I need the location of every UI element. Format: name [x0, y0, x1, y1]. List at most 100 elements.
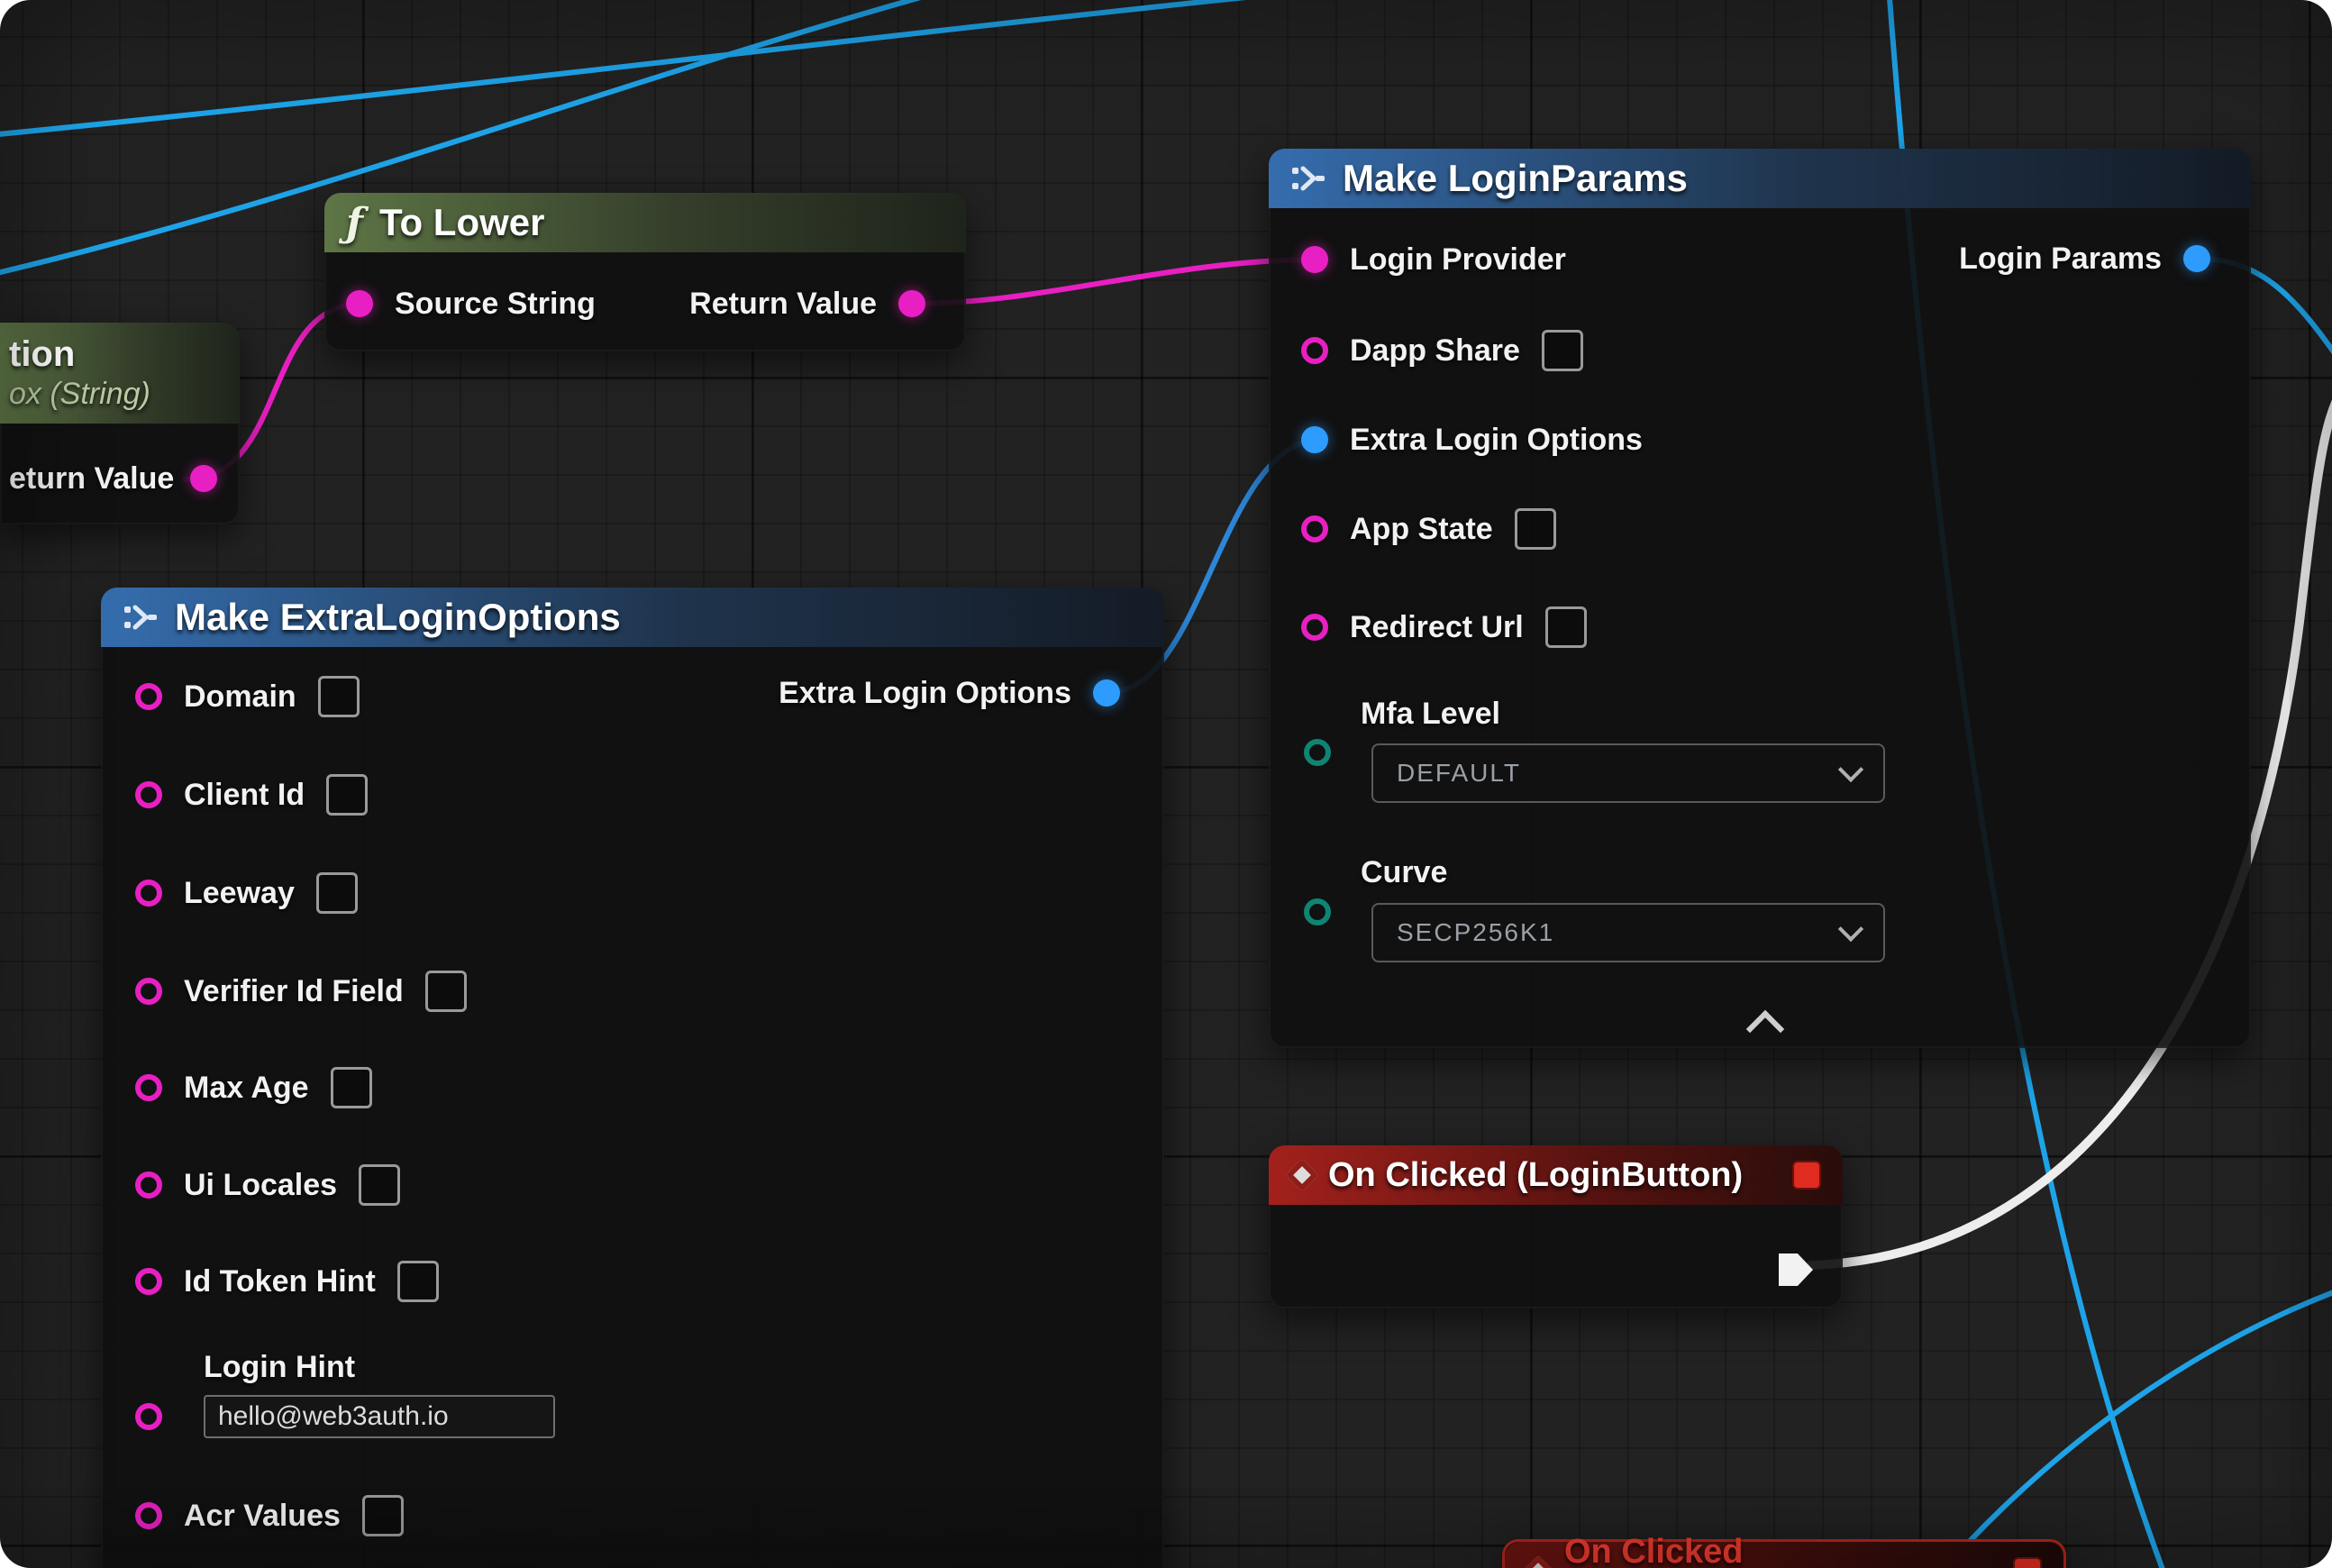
node-make-loginparams-header[interactable]: Make LoginParams [1269, 149, 2251, 208]
pin-row-return-value-partial: eturn Value [9, 458, 217, 499]
pin-row-domain: Domain [135, 676, 360, 717]
node-on-clicked-loginbutton-header[interactable]: On Clicked (LoginButton) [1269, 1145, 1843, 1205]
pin-extra-login-options-in[interactable] [1301, 426, 1328, 453]
node-subtitle-fragment: ox (String) [9, 377, 150, 412]
pin-mfa-level[interactable] [1304, 739, 1331, 766]
pin-return-value-partial[interactable] [190, 465, 217, 492]
checkbox-id-token-hint[interactable] [397, 1261, 439, 1302]
pin-dapp-share[interactable] [1301, 337, 1328, 364]
pin-label-client-id: Client Id [184, 778, 305, 813]
wire-background-blue-4[interactable] [1933, 1289, 2332, 1568]
pin-label-acr-values: Acr Values [184, 1499, 341, 1534]
node-title: Make LoginParams [1343, 157, 1688, 200]
pin-row-extra-login-options-out: Extra Login Options [779, 672, 1120, 714]
node-title: To Lower [379, 201, 545, 244]
checkbox-domain[interactable] [318, 676, 360, 717]
function-icon: ƒ [346, 200, 363, 246]
pin-label-ui-locales: Ui Locales [184, 1168, 337, 1203]
pin-login-hint[interactable] [135, 1403, 162, 1430]
pin-label-id-token-hint: Id Token Hint [184, 1264, 376, 1299]
pin-label-source-string: Source String [395, 287, 596, 322]
pin-label-verifier-id-field: Verifier Id Field [184, 974, 404, 1009]
pin-client-id[interactable] [135, 781, 162, 808]
pin-label-mfa-level: Mfa Level [1361, 697, 1500, 732]
pin-app-state[interactable] [1301, 515, 1328, 542]
node-on-clicked-logoutbutton[interactable]: On Clicked (LogoutButton) [1502, 1539, 2066, 1568]
pin-domain[interactable] [135, 683, 162, 710]
pin-row-client-id: Client Id [135, 774, 368, 816]
node-title: On Clicked (LoginButton) [1328, 1156, 1743, 1195]
node-string-partial[interactable]: tion ox (String) eturn Value [0, 323, 240, 524]
mfa-level-dropdown[interactable]: DEFAULT [1371, 743, 1885, 803]
pin-id-token-hint[interactable] [135, 1268, 162, 1295]
pin-acr-values[interactable] [135, 1502, 162, 1529]
curve-dropdown[interactable]: SECP256K1 [1371, 903, 1885, 962]
pin-label-dapp-share: Dapp Share [1350, 333, 1520, 369]
make-struct-icon [123, 603, 159, 632]
login-hint-input[interactable] [204, 1395, 555, 1438]
collapse-node-chevron[interactable] [1746, 1010, 1784, 1048]
pin-curve[interactable] [1304, 898, 1331, 925]
pin-max-age[interactable] [135, 1074, 162, 1101]
checkbox-acr-values[interactable] [362, 1495, 404, 1536]
checkbox-verifier-id-field[interactable] [425, 971, 467, 1012]
blueprint-graph-canvas[interactable]: tion ox (String) eturn Value ƒ To Lower … [0, 0, 2332, 1568]
node-title-fragment: tion [9, 334, 75, 375]
event-stop-icon [1792, 1161, 1821, 1190]
pin-row-leeway: Leeway [135, 872, 358, 914]
pin-extra-login-options-out[interactable] [1093, 679, 1120, 707]
checkbox-app-state[interactable] [1515, 508, 1556, 550]
pin-login-params-out[interactable] [2183, 245, 2210, 272]
checkbox-redirect-url[interactable] [1545, 606, 1587, 648]
node-make-extraloginoptions[interactable]: Make ExtraLoginOptions Extra Login Optio… [101, 588, 1164, 1568]
node-to-lower-header[interactable]: ƒ To Lower [324, 193, 966, 252]
pin-row-ui-locales: Ui Locales [135, 1164, 400, 1206]
pin-row-app-state: App State [1301, 508, 1556, 550]
pin-label-return-value: Return Value [689, 287, 877, 322]
node-title: Make ExtraLoginOptions [175, 596, 621, 639]
pin-label-extra-login-options-in: Extra Login Options [1350, 423, 1643, 458]
pin-return-value[interactable] [898, 290, 925, 317]
wire-background-blue-2[interactable] [0, 0, 1352, 135]
node-make-extraloginoptions-header[interactable]: Make ExtraLoginOptions [101, 588, 1164, 647]
pin-label-curve: Curve [1361, 855, 1447, 890]
pin-row-return-value: Return Value [689, 283, 925, 324]
pin-row-login-hint [135, 1396, 162, 1437]
checkbox-max-age[interactable] [331, 1067, 372, 1108]
checkbox-dapp-share[interactable] [1542, 330, 1583, 371]
pin-source-string[interactable] [346, 290, 373, 317]
pin-login-provider[interactable] [1301, 246, 1328, 273]
pin-row-id-token-hint: Id Token Hint [135, 1261, 439, 1302]
pin-row-acr-values: Acr Values [135, 1495, 404, 1536]
pin-row-login-params-out: Login Params [1959, 238, 2210, 279]
pin-row-curve [1304, 891, 1331, 933]
pin-verifier-id-field[interactable] [135, 978, 162, 1005]
node-on-clicked-loginbutton[interactable]: On Clicked (LoginButton) [1269, 1145, 1843, 1308]
pin-label-extra-login-options-out: Extra Login Options [779, 676, 1071, 711]
chevron-down-icon [1838, 916, 1863, 942]
pin-row-exec-out [1779, 1249, 1813, 1290]
node-string-partial-header[interactable]: tion ox (String) [0, 323, 240, 424]
node-on-clicked-logoutbutton-header[interactable]: On Clicked (LogoutButton) [1505, 1542, 2063, 1568]
node-title: On Clicked (LogoutButton) [1564, 1533, 1999, 1568]
pin-leeway[interactable] [135, 880, 162, 907]
node-make-loginparams[interactable]: Make LoginParams Login Params Login Prov… [1269, 149, 2251, 1048]
pin-row-max-age: Max Age [135, 1067, 372, 1108]
pin-redirect-url[interactable] [1301, 614, 1328, 641]
checkbox-ui-locales[interactable] [359, 1164, 400, 1206]
pin-label-login-provider: Login Provider [1350, 242, 1566, 278]
node-to-lower[interactable]: ƒ To Lower Source String Return Value [324, 193, 966, 351]
pin-ui-locales[interactable] [135, 1171, 162, 1199]
make-struct-icon [1290, 164, 1326, 193]
pin-row-extra-login-options-in: Extra Login Options [1301, 419, 1643, 460]
wire-returnvalue-to-loginprovider[interactable] [914, 260, 1317, 304]
pin-row-redirect-url: Redirect Url [1301, 606, 1587, 648]
pin-label-login-params-out: Login Params [1959, 242, 2162, 277]
checkbox-client-id[interactable] [326, 774, 368, 816]
event-stop-icon [2013, 1557, 2042, 1568]
checkbox-leeway[interactable] [316, 872, 358, 914]
event-diamond-icon [1286, 1159, 1319, 1192]
pin-label-domain: Domain [184, 679, 296, 715]
exec-pin-out[interactable] [1779, 1253, 1813, 1286]
pin-label-redirect-url: Redirect Url [1350, 610, 1524, 645]
